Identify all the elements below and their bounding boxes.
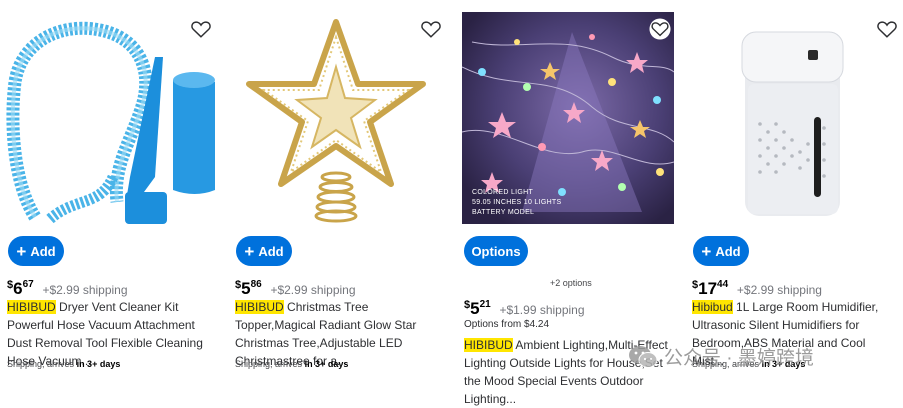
options-button[interactable]: Options	[464, 236, 528, 266]
brand-highlight: HIBIBUD	[7, 300, 56, 314]
heart-icon[interactable]	[649, 18, 671, 40]
shipping-cost: +$2.99 shipping	[270, 283, 356, 297]
product-card[interactable]: + Add $1744 +$2.99 shipping Hibibud 1L L…	[690, 0, 903, 396]
brand-highlight: Hibibud	[692, 300, 733, 314]
product-card[interactable]: + Add $586 +$2.99 shipping HIBIBUD Chris…	[233, 0, 448, 396]
shipping-cost: +$2.99 shipping	[42, 283, 128, 297]
product-image-humidifier[interactable]	[690, 12, 902, 224]
image-caption: COLORED LIGHT 59.05 INCHES 10 LIGHTS BAT…	[472, 189, 562, 216]
wechat-icon	[629, 345, 658, 368]
product-image-star-topper[interactable]	[233, 12, 445, 224]
shipping-cost: +$1.99 shipping	[499, 303, 585, 317]
heart-icon[interactable]	[190, 18, 212, 40]
options-count: +2 options	[550, 278, 592, 288]
product-image-dryer-hose[interactable]	[5, 12, 217, 224]
delivery-info: Shipping, arrives in 3+ days	[235, 359, 349, 369]
add-to-cart-button[interactable]: + Add	[236, 236, 292, 266]
price: $586 +$2.99 shipping	[235, 279, 356, 298]
add-to-cart-button[interactable]: + Add	[8, 236, 64, 266]
brand-highlight: HIBIBUD	[235, 300, 284, 314]
price: $667 +$2.99 shipping	[7, 279, 128, 298]
brand-highlight: HIBIBUD	[464, 338, 513, 352]
plus-icon: +	[244, 241, 255, 261]
add-to-cart-button[interactable]: + Add	[693, 236, 749, 266]
plus-icon: +	[16, 241, 27, 261]
price: $1744 +$2.99 shipping	[692, 279, 822, 298]
delivery-info: Shipping, arrives in 3+ days	[7, 359, 121, 369]
plus-icon: +	[701, 241, 712, 261]
options-from: Options from $4.24	[464, 319, 550, 330]
price: $521 +$1.99 shipping	[464, 299, 585, 318]
heart-icon[interactable]	[420, 18, 442, 40]
heart-icon[interactable]	[876, 18, 898, 40]
product-image-string-lights[interactable]: COLORED LIGHT 59.05 INCHES 10 LIGHTS BAT…	[462, 12, 674, 224]
product-card[interactable]: COLORED LIGHT 59.05 INCHES 10 LIGHTS BAT…	[462, 0, 677, 406]
product-card[interactable]: + Add $667 +$2.99 shipping HIBIBUD Dryer…	[5, 0, 220, 396]
shipping-cost: +$2.99 shipping	[736, 283, 822, 297]
watermark: 公众号 · 墨婷跨境	[628, 343, 814, 370]
